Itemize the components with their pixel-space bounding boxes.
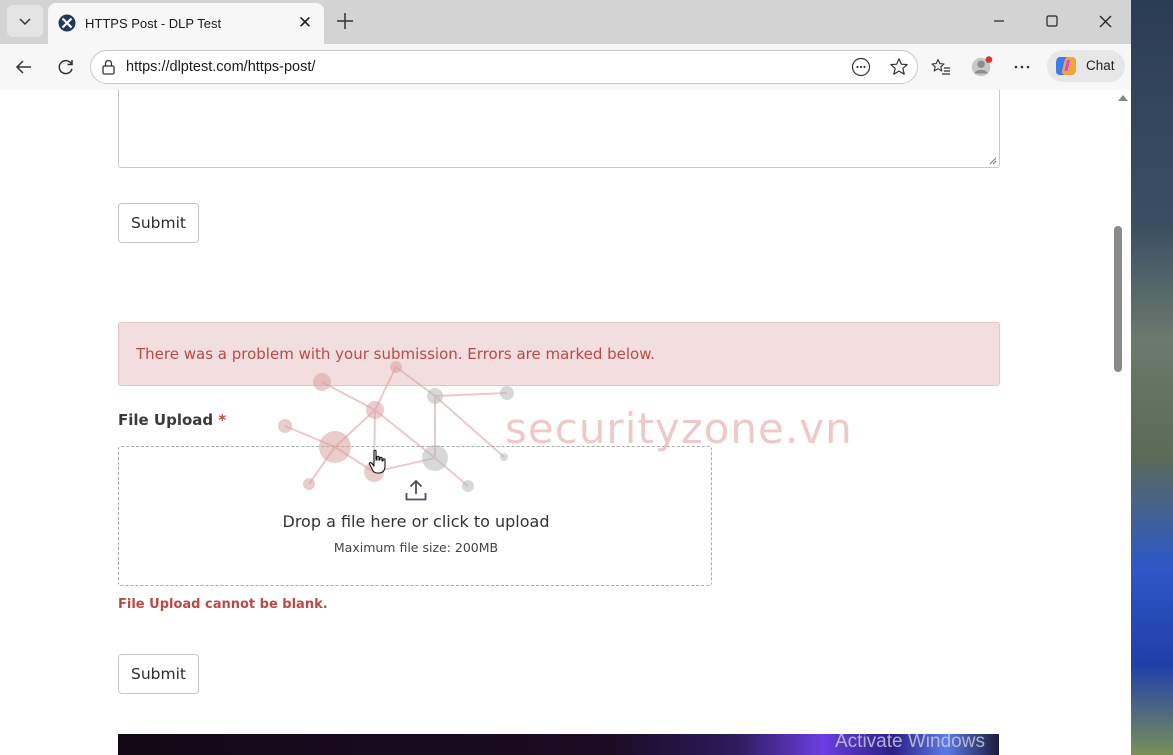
scroll-up-arrow-icon[interactable] [1118, 95, 1128, 101]
address-toolbar: https://dlptest.com/https-post/ Chat [0, 44, 1131, 90]
back-button[interactable] [10, 53, 38, 81]
favorite-star-icon[interactable] [889, 57, 909, 77]
url-text[interactable]: https://dlptest.com/https-post/ [126, 59, 315, 75]
maximize-button[interactable] [1036, 8, 1068, 34]
lock-icon [102, 59, 115, 75]
new-tab-button[interactable] [332, 8, 358, 34]
error-alert-text: There was a problem with your submission… [136, 345, 655, 363]
minimize-button[interactable] [983, 8, 1015, 34]
minimize-icon [994, 20, 1004, 22]
chevron-down-icon [19, 18, 31, 26]
close-window-button[interactable] [1089, 8, 1121, 34]
required-marker: * [218, 411, 227, 429]
settings-more-icon[interactable] [1010, 55, 1034, 79]
file-dropzone[interactable]: Drop a file here or click to upload Maxi… [118, 446, 712, 586]
tab-active[interactable]: HTTPS Post - DLP Test ✕ [48, 3, 324, 44]
close-tab-icon[interactable]: ✕ [294, 12, 316, 34]
error-alert: There was a problem with your submission… [118, 322, 1000, 386]
message-textarea[interactable] [118, 90, 1000, 168]
upload-icon [405, 479, 427, 501]
close-icon [1099, 15, 1111, 27]
scrollbar[interactable] [1113, 90, 1131, 755]
desktop-background [1130, 0, 1173, 755]
favorites-list-icon[interactable] [929, 55, 953, 79]
browser-window: HTTPS Post - DLP Test ✕ https://dlptest.… [0, 0, 1131, 755]
address-bar[interactable]: https://dlptest.com/https-post/ [90, 50, 918, 84]
file-upload-error: File Upload cannot be blank. [118, 597, 328, 612]
plus-icon [337, 13, 353, 29]
more-options-icon[interactable] [851, 57, 871, 77]
refresh-button[interactable] [52, 53, 80, 81]
arrow-left-icon [15, 60, 31, 74]
tab-strip: HTTPS Post - DLP Test ✕ [0, 0, 1131, 44]
copilot-chat-button[interactable]: Chat [1047, 50, 1125, 82]
tab-actions-button[interactable] [7, 5, 43, 37]
chat-label: Chat [1086, 58, 1115, 73]
refresh-icon [58, 59, 73, 75]
copilot-icon [1056, 57, 1076, 75]
maximize-icon [1046, 15, 1058, 27]
site-favicon-icon [58, 14, 76, 32]
submit-button-bottom[interactable]: Submit [118, 654, 199, 694]
file-upload-label: File Upload * [118, 411, 226, 429]
scrollbar-thumb[interactable] [1114, 226, 1122, 372]
file-upload-label-text: File Upload [118, 411, 214, 429]
submit-button-top[interactable]: Submit [118, 203, 199, 243]
max-file-size-text: Maximum file size: 200MB [333, 540, 499, 555]
dropzone-text: Drop a file here or click to upload [282, 512, 550, 531]
watermark-text: securityzone.vn [505, 404, 853, 453]
tab-title: HTTPS Post - DLP Test [85, 16, 222, 31]
activate-windows-watermark: Activate Windows [835, 731, 985, 752]
resize-handle-icon[interactable] [989, 157, 997, 165]
hand-cursor-icon [368, 449, 386, 474]
profile-avatar-icon[interactable] [970, 55, 994, 79]
